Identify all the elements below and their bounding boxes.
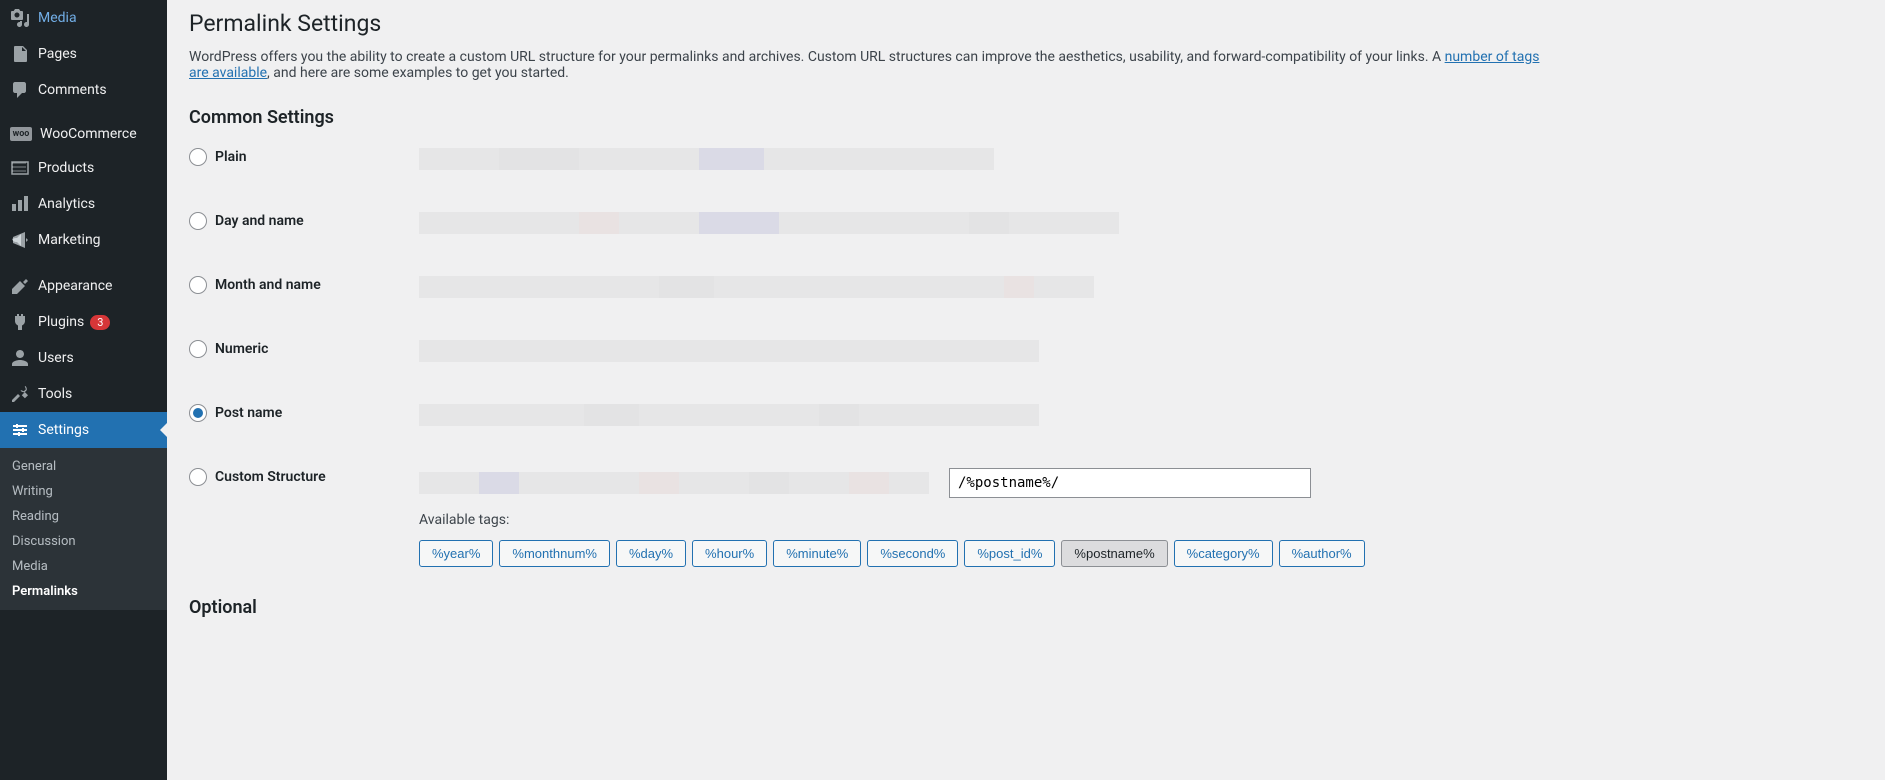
sidebar-item-products[interactable]: Products <box>0 150 167 186</box>
radio-label[interactable]: Post name <box>215 405 282 421</box>
tag-year[interactable]: %year% <box>419 540 493 567</box>
sidebar-item-label: WooCommerce <box>40 126 137 142</box>
common-settings-heading: Common Settings <box>189 107 1865 128</box>
sidebar-item-label: Marketing <box>38 232 101 248</box>
plugins-icon <box>10 312 30 332</box>
radio-day-name[interactable] <box>189 212 207 230</box>
option-row-numeric: Numeric <box>189 340 1865 362</box>
page-title: Permalink Settings <box>189 10 1865 37</box>
tag-minute[interactable]: %minute% <box>773 540 861 567</box>
sidebar-item-analytics[interactable]: Analytics <box>0 186 167 222</box>
option-row-post-name: Post name <box>189 404 1865 426</box>
sidebar-item-label: Comments <box>38 82 107 98</box>
tag-hour[interactable]: %hour% <box>692 540 767 567</box>
sidebar-item-pages[interactable]: Pages <box>0 36 167 72</box>
marketing-icon <box>10 230 30 250</box>
tag-second[interactable]: %second% <box>867 540 958 567</box>
submenu-discussion[interactable]: Discussion <box>0 529 167 554</box>
radio-label[interactable]: Custom Structure <box>215 469 326 485</box>
settings-icon <box>10 420 30 440</box>
comments-icon <box>10 80 30 100</box>
radio-post-name[interactable] <box>189 404 207 422</box>
plugins-update-badge: 3 <box>90 315 110 330</box>
sidebar-item-settings[interactable]: Settings <box>0 412 167 448</box>
media-icon <box>10 8 30 28</box>
example-day-name <box>419 212 1865 234</box>
sidebar-item-marketing[interactable]: Marketing <box>0 222 167 258</box>
example-post-name <box>419 404 1865 426</box>
main-content: Permalink Settings WordPress offers you … <box>167 0 1885 780</box>
appearance-icon <box>10 276 30 296</box>
sidebar-item-media[interactable]: Media <box>0 0 167 36</box>
sidebar-item-label: Plugins <box>38 314 84 330</box>
sidebar-item-label: Settings <box>38 422 89 438</box>
radio-custom[interactable] <box>189 468 207 486</box>
submenu-general[interactable]: General <box>0 454 167 479</box>
radio-label[interactable]: Plain <box>215 149 247 165</box>
tag-buttons: %year% %monthnum% %day% %hour% %minute% … <box>419 540 1865 567</box>
sidebar-item-comments[interactable]: Comments <box>0 72 167 108</box>
settings-submenu: General Writing Reading Discussion Media… <box>0 448 167 610</box>
radio-month-name[interactable] <box>189 276 207 294</box>
tag-postname[interactable]: %postname% <box>1061 540 1167 567</box>
tag-day[interactable]: %day% <box>616 540 686 567</box>
sidebar-item-label: Appearance <box>38 278 112 294</box>
sidebar-item-appearance[interactable]: Appearance <box>0 268 167 304</box>
sidebar-item-label: Products <box>38 160 94 176</box>
radio-plain[interactable] <box>189 148 207 166</box>
sidebar-item-label: Pages <box>38 46 77 62</box>
example-plain <box>419 148 1865 170</box>
tools-icon <box>10 384 30 404</box>
example-numeric <box>419 340 1865 362</box>
sidebar-item-label: Media <box>38 10 77 26</box>
sidebar-item-tools[interactable]: Tools <box>0 376 167 412</box>
option-row-plain: Plain <box>189 148 1865 170</box>
radio-label[interactable]: Numeric <box>215 341 268 357</box>
analytics-icon <box>10 194 30 214</box>
sidebar-item-plugins[interactable]: Plugins 3 <box>0 304 167 340</box>
radio-label[interactable]: Month and name <box>215 277 321 293</box>
optional-heading: Optional <box>189 597 1865 618</box>
pages-icon <box>10 44 30 64</box>
option-row-month-name: Month and name <box>189 276 1865 298</box>
custom-structure-row <box>419 468 1865 498</box>
users-icon <box>10 348 30 368</box>
custom-structure-input[interactable] <box>949 468 1311 498</box>
page-description: WordPress offers you the ability to crea… <box>189 49 1549 81</box>
tag-monthnum[interactable]: %monthnum% <box>499 540 610 567</box>
radio-label[interactable]: Day and name <box>215 213 304 229</box>
admin-sidebar: Media Pages Comments woo WooCommerce Pro… <box>0 0 167 780</box>
sidebar-item-label: Analytics <box>38 196 95 212</box>
submenu-writing[interactable]: Writing <box>0 479 167 504</box>
example-month-name <box>419 276 1865 298</box>
sidebar-item-label: Tools <box>38 386 72 402</box>
option-row-day-name: Day and name <box>189 212 1865 234</box>
tag-post-id[interactable]: %post_id% <box>964 540 1055 567</box>
sidebar-item-users[interactable]: Users <box>0 340 167 376</box>
sidebar-item-woocommerce[interactable]: woo WooCommerce <box>0 118 167 150</box>
option-row-custom: Custom Structure Available tags: %year% … <box>189 468 1865 567</box>
products-icon <box>10 158 30 178</box>
submenu-reading[interactable]: Reading <box>0 504 167 529</box>
submenu-media[interactable]: Media <box>0 554 167 579</box>
submenu-permalinks[interactable]: Permalinks <box>0 579 167 604</box>
tag-author[interactable]: %author% <box>1279 540 1365 567</box>
woocommerce-icon: woo <box>10 127 32 141</box>
tag-category[interactable]: %category% <box>1174 540 1273 567</box>
available-tags-label: Available tags: <box>419 512 1865 528</box>
sidebar-item-label: Users <box>38 350 74 366</box>
radio-numeric[interactable] <box>189 340 207 358</box>
